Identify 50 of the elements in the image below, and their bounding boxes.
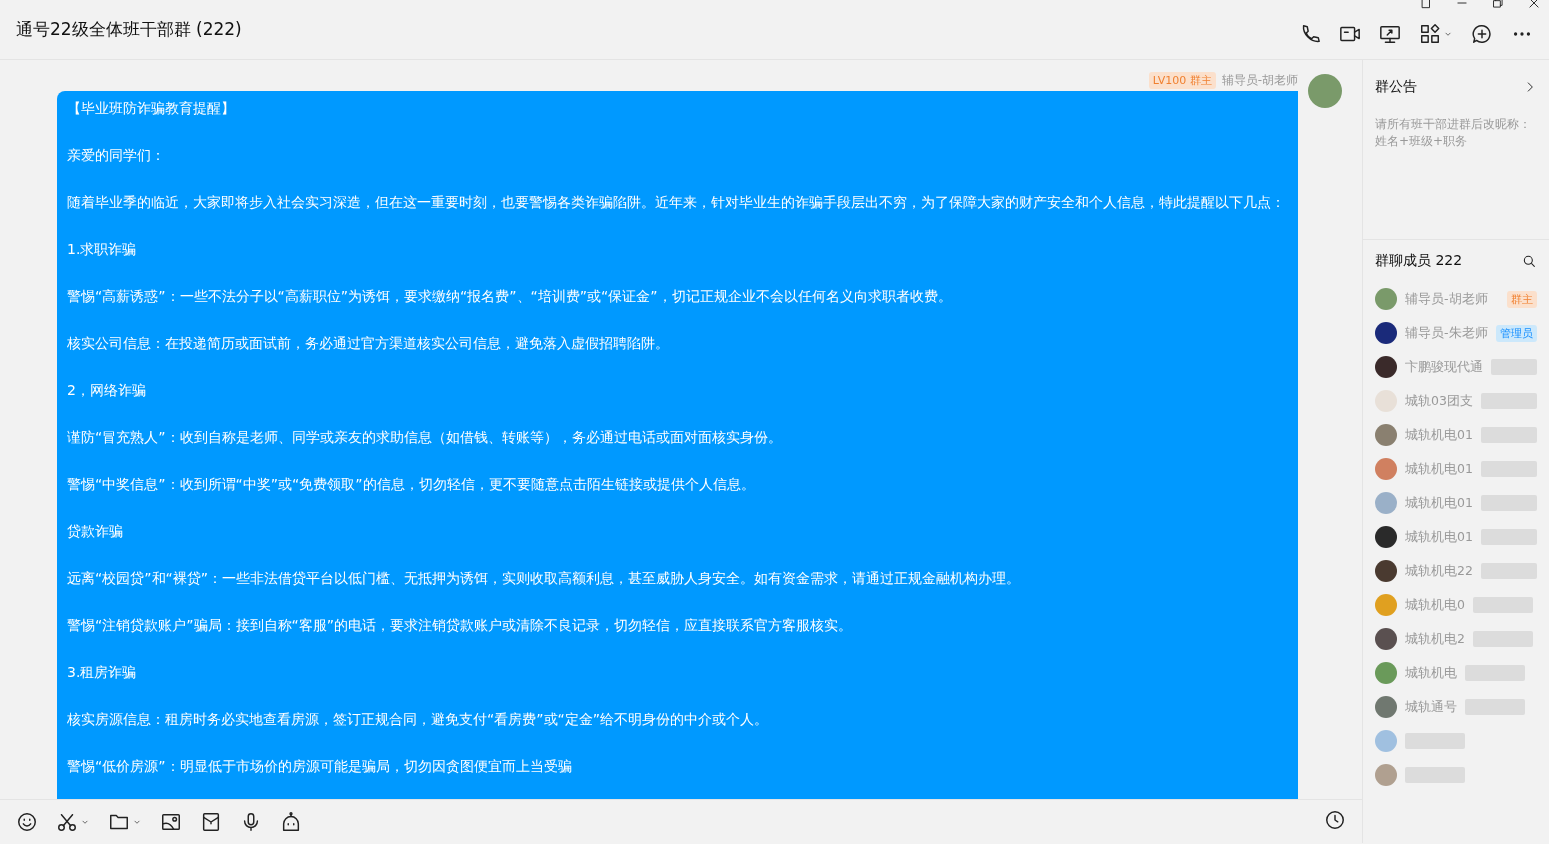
add-chat-icon[interactable] xyxy=(1471,22,1493,45)
announcement-text: 请所有班干部进群后改昵称：姓名+班级+职务 xyxy=(1375,116,1532,150)
message-paragraph: 1.求职诈骗 xyxy=(67,240,138,259)
message-paragraph: 远离“校园贷”和“裸贷”：一些非法借贷平台以低门槛、无抵押为诱饵，实则收取高额利息，甚至威胁人身安全。如有资金需求，请通过正规金融机构办理。 xyxy=(67,569,1021,588)
member-name[interactable]: 城轨机电01 xyxy=(1405,494,1473,512)
avatar[interactable] xyxy=(1375,322,1397,344)
member-name[interactable]: 城轨机电01 xyxy=(1405,528,1473,546)
search-icon[interactable] xyxy=(1521,253,1537,269)
message-paragraph: 2，网络诈骗 xyxy=(67,381,147,400)
apps-icon[interactable] xyxy=(1419,22,1441,45)
members-title: 群聊成员 222 xyxy=(1375,252,1463,270)
history-icon[interactable] xyxy=(1324,808,1346,831)
role-badge: 管理员 xyxy=(1496,324,1537,342)
emoji-icon[interactable] xyxy=(16,810,38,833)
avatar[interactable] xyxy=(1375,628,1397,650)
level-badge: LV100 群主 xyxy=(1148,72,1216,89)
role-badge: 群主 xyxy=(1507,290,1537,308)
message-paragraph: 3.租房诈骗 xyxy=(67,663,138,682)
member-name[interactable]: 卞鹏骏现代通 xyxy=(1405,358,1483,376)
member-name[interactable]: 辅导员-朱老师 xyxy=(1405,324,1488,342)
message-paragraph: 核实房源信息：租房时务必实地查看房源，签订正规合同，避免支付“看房费”或“定金”给不明身份的中介或个人。 xyxy=(67,710,769,729)
avatar[interactable] xyxy=(1375,560,1397,582)
message-paragraph: 警惕“注销贷款账户”骗局：接到自称“客服”的电话，要求注销贷款账户或清除不良记录，切勿轻信，应直接联系官方客服核实。 xyxy=(67,616,853,635)
member-name[interactable]: 城轨机电01 xyxy=(1405,460,1473,478)
message-paragraph: 警惕“高薪诱惑”：一些不法分子以“高薪职位”为诱饵，要求缴纳“报名费”、“培训费”或“保证金”，切记正规企业不会以任何名义向求职者收费。 xyxy=(67,287,953,306)
envelope-icon[interactable] xyxy=(200,810,222,833)
member-name[interactable]: 城轨机电01 xyxy=(1405,426,1473,444)
announcement-title: 群公告 xyxy=(1375,78,1417,96)
message-paragraph: 亲爱的同学们： xyxy=(67,146,166,165)
sender-name: 辅导员-胡老师 xyxy=(1221,72,1298,89)
member-name[interactable]: 城轨机电22 xyxy=(1405,562,1473,580)
message-paragraph: 贷款诈骗 xyxy=(67,522,124,541)
member-name[interactable]: 城轨03团支 xyxy=(1405,392,1473,410)
close-icon[interactable] xyxy=(1527,0,1541,10)
avatar[interactable] xyxy=(1375,356,1397,378)
member-name[interactable]: 城轨机电2 xyxy=(1405,630,1465,648)
robot-icon[interactable] xyxy=(280,810,302,833)
member-name[interactable]: 城轨通号 xyxy=(1405,698,1457,716)
message-paragraph: 警惕“中奖信息”：收到所谓“中奖”或“免费领取”的信息，切勿轻信，更不要随意点击陌生链接或提供个人信息。 xyxy=(67,475,756,494)
message-paragraph: 警惕“低价房源”：明显低于市场价的房源可能是骗局，切勿因贪图便宜而上当受骗 xyxy=(67,757,573,776)
message-paragraph: 【毕业班防诈骗教育提醒】 xyxy=(67,99,236,118)
member-name[interactable]: 辅导员-胡老师 xyxy=(1405,290,1488,308)
message-paragraph: 核实公司信息：在投递简历或面试前，务必通过官方渠道核实公司信息，避免落入虚假招聘陷阱。 xyxy=(67,334,670,353)
message-paragraph: 谨防“冒充熟人”：收到自称是老师、同学或亲友的求助信息（如借钱、转账等），务必通过电话或面对面核实身份。 xyxy=(67,428,783,447)
member-name[interactable]: 城轨机电0 xyxy=(1405,596,1465,614)
window-title: 通号22级全体班干部群 (222) xyxy=(16,18,242,41)
message-paragraph: 随着毕业季的临近，大家即将步入社会实习深造，但在这一重要时刻，也要警惕各类诈骗陷阱。近年来，针对毕业生的诈骗手段层出不穷，为了保障大家的财产安全和个人信息，特此提醒以下几点： xyxy=(67,193,1286,212)
avatar[interactable] xyxy=(1375,526,1397,548)
restore-icon[interactable] xyxy=(1491,0,1505,10)
member-name[interactable]: 城轨机电 xyxy=(1405,664,1457,682)
